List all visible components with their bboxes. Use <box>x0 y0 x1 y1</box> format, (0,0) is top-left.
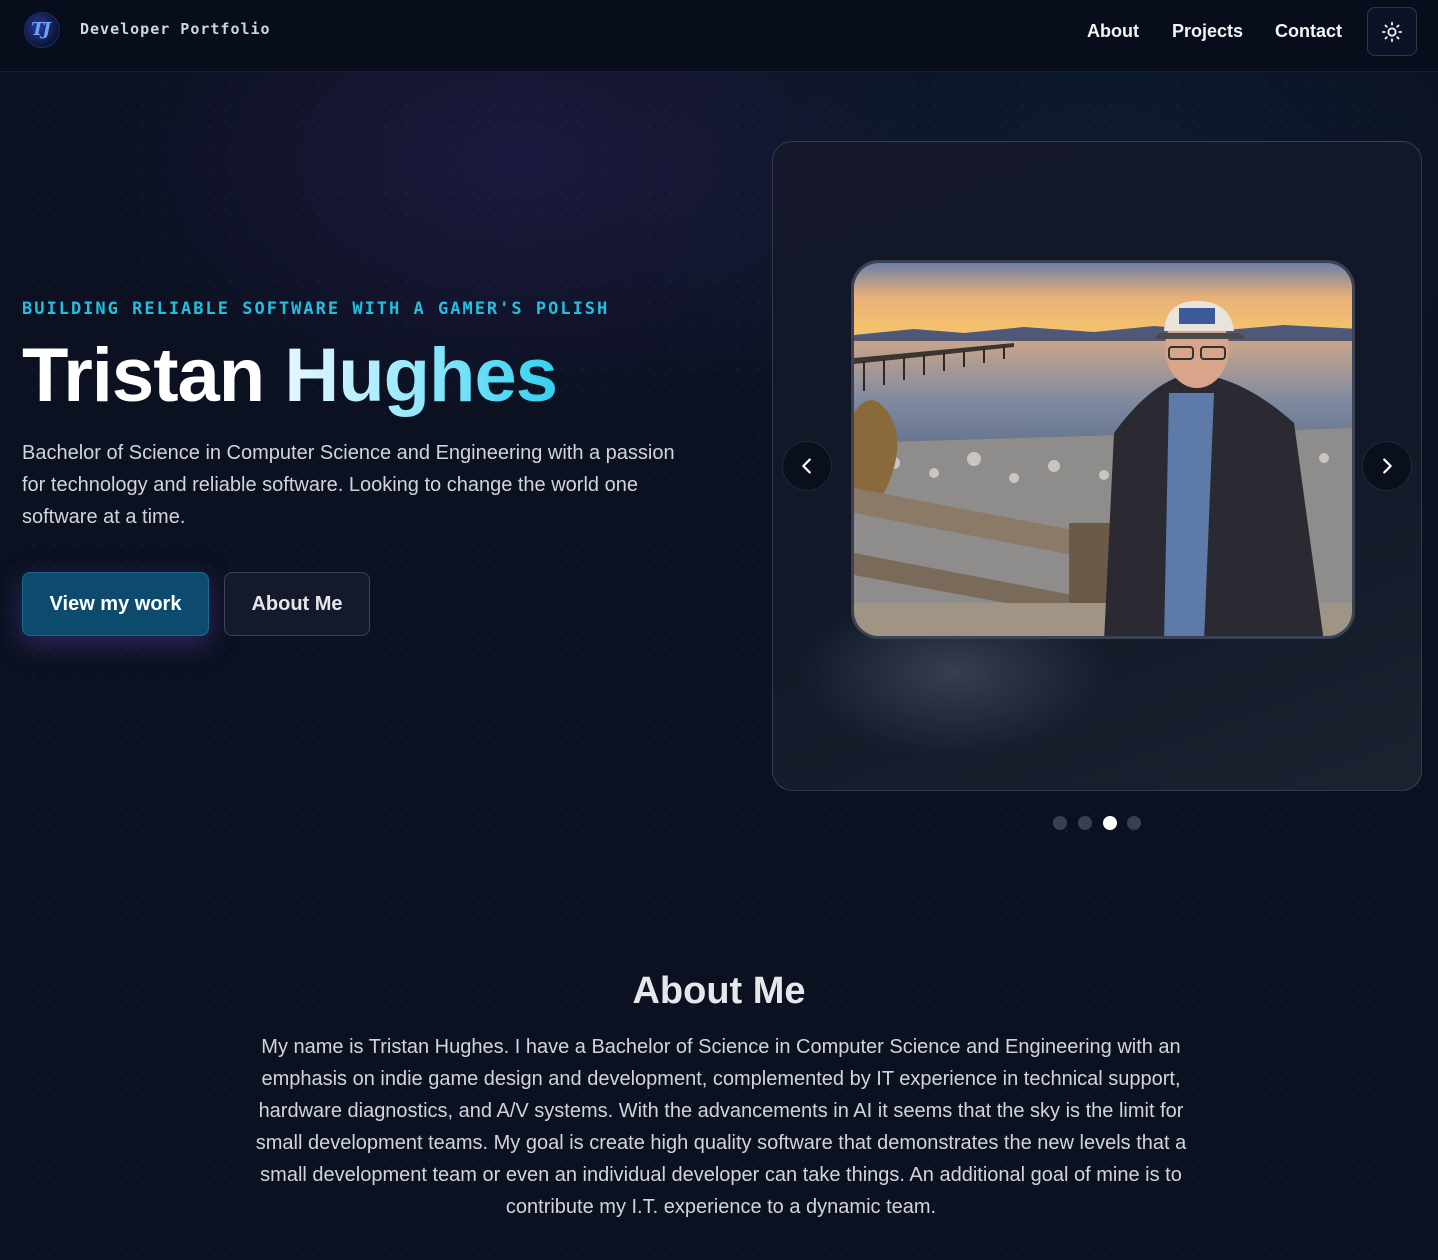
carousel-prev-button[interactable] <box>782 441 832 491</box>
theme-toggle-button[interactable] <box>1367 7 1417 56</box>
logo-icon: TJ <box>31 19 51 40</box>
hero-tagline: BUILDING RELIABLE SOFTWARE WITH A GAMER'… <box>22 299 610 319</box>
carousel-dot-2[interactable] <box>1078 816 1092 830</box>
hero-name: Tristan Hughes <box>22 332 558 419</box>
about-text: My name is Tristan Hughes. I have a Bach… <box>255 1036 1187 1218</box>
photo-carousel <box>772 141 1422 791</box>
chevron-right-icon <box>1383 458 1392 474</box>
logo[interactable]: TJ <box>24 12 60 48</box>
carousel-dot-3[interactable] <box>1103 816 1117 830</box>
nav-link-contact[interactable]: Contact <box>1275 21 1342 42</box>
carousel-next-button[interactable] <box>1362 441 1412 491</box>
view-my-work-button[interactable]: View my work <box>22 572 209 636</box>
about-title: About Me <box>632 970 806 1012</box>
nav-link-projects[interactable]: Projects <box>1172 21 1243 42</box>
about-me-button[interactable]: About Me <box>224 572 370 636</box>
nav-link-about[interactable]: About <box>1087 21 1139 42</box>
carousel-dot-4[interactable] <box>1127 816 1141 830</box>
site-header: TJ Developer Portfolio About Projects Co… <box>0 0 1438 72</box>
brand-title: Developer Portfolio <box>80 20 271 38</box>
chevron-left-icon <box>802 458 811 474</box>
carousel-photo <box>851 260 1355 639</box>
hero-last-name: Hughes <box>284 333 558 418</box>
hero-first-name: Tristan <box>22 333 265 418</box>
sun-icon <box>1381 21 1403 42</box>
carousel-dot-1[interactable] <box>1053 816 1067 830</box>
hero-intro: Bachelor of Science in Computer Science … <box>22 442 675 528</box>
